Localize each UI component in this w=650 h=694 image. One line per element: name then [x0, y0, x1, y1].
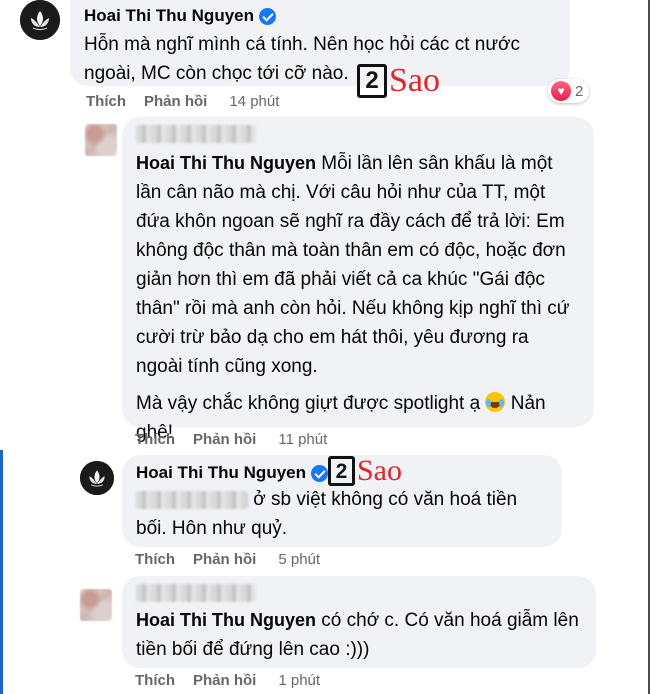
avatar[interactable] [85, 124, 117, 156]
mention-tag[interactable]: Hoai Thi Thu Nguyen [136, 153, 316, 173]
comment-actions: Thích Phản hồi 11 phút [135, 431, 327, 448]
comment-text: Hoai Thi Thu Nguyen Mỗi lần lên sân khấu… [136, 149, 580, 447]
comment-text: Hoai Thi Thu Nguyen có chớ c. Có văn hoá… [136, 606, 582, 664]
lotus-logo-icon [80, 461, 114, 495]
comment-time[interactable]: 1 phút [278, 672, 320, 689]
reply-button[interactable]: Phản hồi [144, 93, 207, 110]
comment-text: Hỗn mà nghĩ mình cá tính. Nên học hỏi cá… [84, 34, 521, 84]
comment-bubble: Hoai Thi Thu Nguyen có chớ c. Có văn hoá… [122, 576, 596, 668]
reply-button[interactable]: Phản hồi [193, 551, 256, 568]
blurred-author-name [136, 125, 256, 143]
mention-tag[interactable]: Hoai Thi Thu Nguyen [136, 610, 316, 630]
blurred-mention [136, 490, 248, 509]
verified-badge-icon [311, 464, 328, 482]
comment-actions: Thích Phản hồi 5 phút [135, 551, 320, 568]
lotus-logo-icon [20, 0, 60, 40]
comment-author[interactable] [136, 125, 580, 149]
comment-body-2: Mà vậy chắc không giựt được spotlight ạ [136, 393, 481, 414]
comment-time[interactable]: 5 phút [278, 551, 320, 568]
like-button[interactable]: Thích [135, 672, 175, 689]
logo-word: Sao [357, 454, 402, 487]
like-button[interactable]: Thích [135, 431, 175, 448]
heart-reaction-icon: ♥ [551, 81, 571, 101]
2sao-watermark-logo: 2 Sao [328, 456, 402, 486]
comment-actions: Thích Phản hồi 1 phút [135, 672, 320, 689]
comment-author[interactable]: Hoai Thi Thu Nguyen [136, 463, 328, 483]
avatar[interactable] [20, 0, 60, 40]
like-button[interactable]: Thích [135, 551, 175, 568]
comment-bubble: Hoai Thi Thu Nguyen Mỗi lần lên sân khấu… [122, 117, 594, 443]
verified-badge-icon [259, 7, 276, 25]
comment-time[interactable]: 14 phút [229, 93, 279, 110]
2sao-watermark-logo: 2 Sao [357, 64, 440, 98]
logo-number: 2 [357, 64, 387, 98]
author-name[interactable]: Hoai Thi Thu Nguyen [84, 6, 254, 26]
comment-text: ở sb việt không có văn hoá tiền bối. Hôn… [136, 485, 548, 543]
comment-bubble: Hoai Thi Thu Nguyen Hỗn mà nghĩ mình cá … [70, 0, 570, 86]
avatar[interactable] [80, 461, 114, 495]
reaction-number: 2 [575, 82, 584, 100]
reply-button[interactable]: Phản hồi [193, 431, 256, 448]
comment-time[interactable]: 11 phút [278, 431, 327, 448]
reply-button[interactable]: Phản hồi [193, 672, 256, 689]
like-button[interactable]: Thích [86, 93, 126, 110]
logo-number: 2 [328, 456, 355, 486]
avatar[interactable] [80, 589, 112, 621]
comment-author[interactable] [136, 584, 582, 606]
tears-of-joy-emoji-icon [485, 392, 506, 412]
comment-author[interactable]: Hoai Thi Thu Nguyen [84, 6, 276, 26]
blurred-author-name [136, 584, 256, 602]
comment-body: Mỗi lần lên sân khấu là một lần cân não … [136, 153, 570, 377]
logo-word: Sao [389, 62, 440, 99]
comment-actions: Thích Phản hồi 14 phút [86, 93, 279, 110]
reaction-count[interactable]: ♥ 2 [548, 79, 590, 103]
reply-thread-line [0, 450, 3, 694]
author-name[interactable]: Hoai Thi Thu Nguyen [136, 463, 306, 483]
